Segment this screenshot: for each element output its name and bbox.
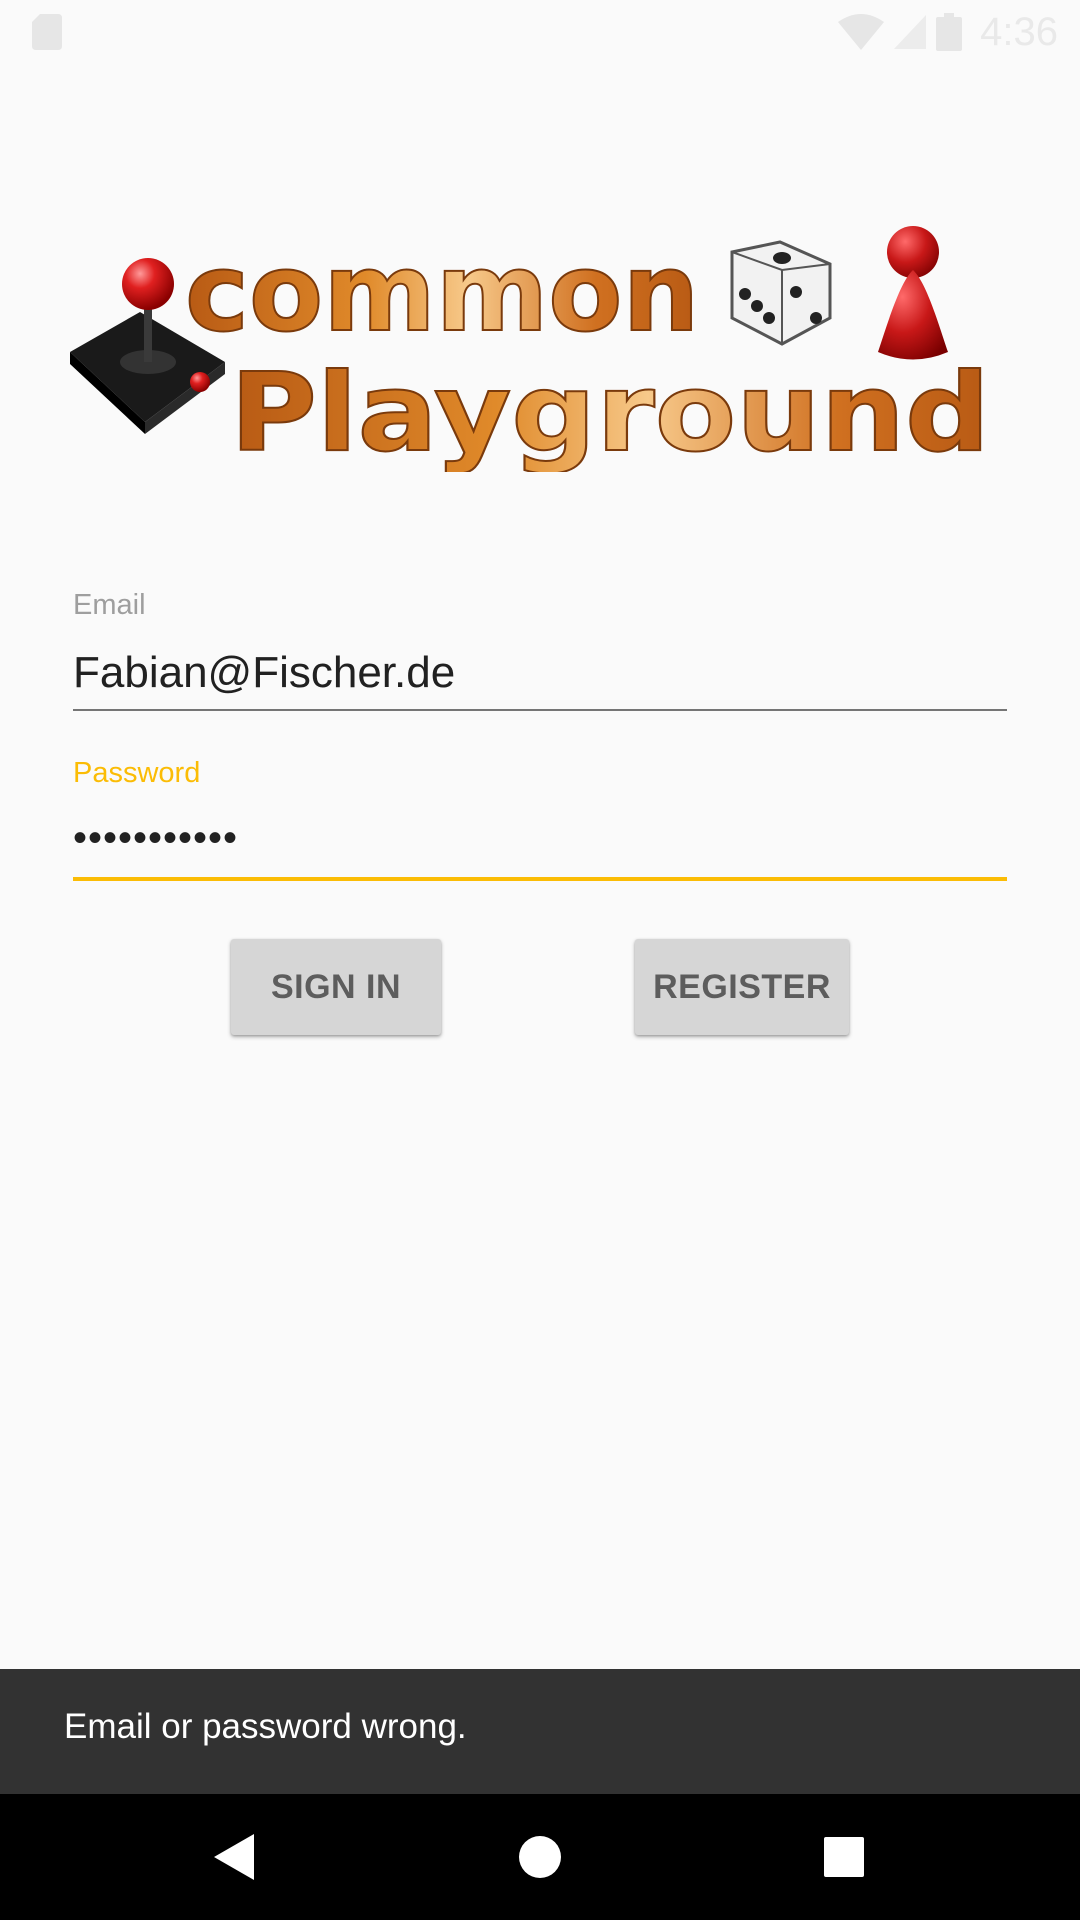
- email-field[interactable]: Fabian@Fischer.de: [73, 648, 455, 698]
- back-icon: [214, 1834, 254, 1880]
- battery-icon: [936, 13, 963, 51]
- home-button[interactable]: [477, 1794, 603, 1920]
- status-icons: 4:36: [838, 6, 1058, 58]
- app-logo: common Playground: [70, 226, 991, 472]
- dice-icon: [730, 240, 832, 346]
- password-field[interactable]: •••••••••••: [73, 816, 238, 861]
- register-button[interactable]: REGISTER: [635, 939, 849, 1035]
- email-underline: [73, 709, 1007, 711]
- snackbar-message: Email or password wrong.: [64, 1707, 467, 1746]
- snackbar: Email or password wrong.: [0, 1669, 1080, 1794]
- password-underline: [73, 877, 1007, 881]
- recents-icon: [824, 1837, 864, 1877]
- sign-in-button[interactable]: SIGN IN: [231, 939, 441, 1035]
- navigation-bar: [0, 1794, 1080, 1920]
- clock: 4:36: [980, 9, 1058, 54]
- status-bar: 4:36: [0, 0, 1080, 63]
- logo-line2: Playground: [230, 351, 990, 472]
- back-button[interactable]: [173, 1794, 299, 1920]
- wifi-icon: [838, 14, 885, 50]
- pawn-icon: [878, 226, 948, 360]
- home-icon: [519, 1836, 561, 1878]
- email-label: Email: [73, 589, 146, 621]
- recents-button[interactable]: [781, 1794, 907, 1920]
- cell-signal-icon: [894, 15, 927, 49]
- sd-card-icon: [32, 14, 62, 50]
- logo-line1: common: [185, 231, 699, 356]
- password-label: Password: [73, 757, 201, 789]
